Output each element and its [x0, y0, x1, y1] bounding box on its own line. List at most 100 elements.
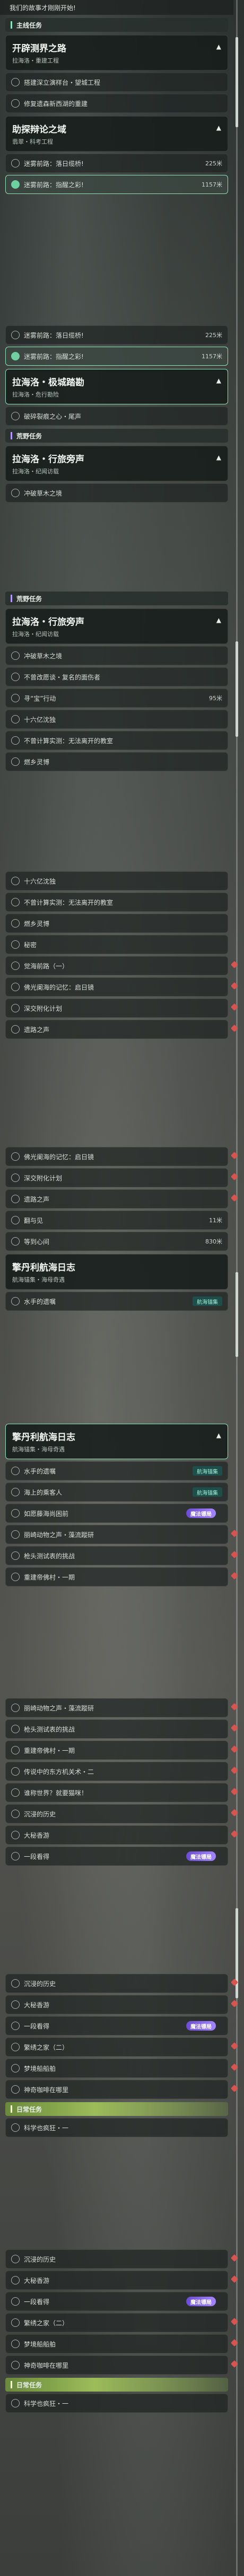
list-item[interactable]: 觉海前路（一）: [5, 956, 239, 975]
list-item[interactable]: 一段看得 魔法镖局: [5, 2292, 228, 2311]
quest-card[interactable]: 擎丹利航海日志 航海锚集・海母奇遇 ▲: [5, 1424, 228, 1459]
quest-card[interactable]: 拉海洛・行旅旁声 拉海洛・纪闻访载 ▲: [5, 608, 228, 644]
scrollbar-thumb[interactable]: [236, 1272, 238, 1357]
list-item[interactable]: 遗路之声: [5, 1189, 239, 1208]
list-item[interactable]: 沉浸的历史: [5, 1804, 239, 1823]
list-item[interactable]: 重建帝佛村・一期: [5, 1741, 239, 1760]
list-item-selected[interactable]: 迷雾前路：指醒之彩! 1157米: [5, 175, 228, 194]
list-item[interactable]: 等到心间 830米: [5, 1232, 228, 1251]
quest-panel-5: 佛光阑海的记忆：启日镜 深交附化计划 遗路之声 翻与见 11米 等到心间 830米 …: [0, 1145, 239, 1311]
list-item[interactable]: 水手的遗嘱 航海锚集: [5, 1292, 228, 1311]
list-item[interactable]: 传说中的东方机关术・二: [5, 1762, 239, 1781]
quest-title: 拉海洛・行旅旁声: [12, 617, 84, 628]
list-item[interactable]: 沉浸的历史: [5, 1974, 239, 1993]
list-item[interactable]: 十六亿沈独: [5, 710, 228, 729]
list-item[interactable]: 神奇咖啡在哪里: [5, 2356, 239, 2375]
quest-title: 助探辩论之域: [12, 125, 66, 135]
list-item[interactable]: 迷雾前路：落日缆桥! 225米: [5, 154, 228, 173]
list-item[interactable]: 深交附化计划: [5, 1168, 239, 1187]
quest-panel-1: 我们的故事才刚刚开始! 主线任务 开辟测界之路 拉海洛・重建工程 ▲ 搭建深立演…: [0, 0, 233, 194]
quest-card[interactable]: 助探辩论之域 翡翠・科考工程 ▲: [5, 116, 228, 152]
list-item[interactable]: 秘密: [5, 935, 228, 954]
list-item[interactable]: 大秘香游: [5, 2271, 239, 2290]
list-item[interactable]: 遗路之声: [5, 1020, 239, 1039]
chevron-up-icon[interactable]: ▲: [216, 43, 221, 50]
list-item[interactable]: 不曾计算实测：无法离开的教室: [5, 893, 228, 912]
list-item[interactable]: 海上的乘客人 航海锚集: [5, 1483, 228, 1502]
list-item[interactable]: 繁绣之家（二）: [5, 2313, 239, 2332]
list-item[interactable]: 翻与见 11米: [5, 1211, 228, 1230]
list-item[interactable]: 重建帝佛村・一期: [5, 1567, 239, 1586]
tag-badge: 航海锚集: [193, 1487, 222, 1497]
quest-card[interactable]: 拉海洛・行旅旁声 拉海洛・纪闻访载 ▲: [5, 446, 228, 481]
list-item[interactable]: 大秘香游: [5, 1825, 239, 1845]
list-item[interactable]: 大秘香游: [5, 1995, 239, 2014]
list-item[interactable]: 一段看得 魔法镖局: [5, 1847, 228, 1866]
list-item-selected[interactable]: 迷雾前路：指醒之彩! 1157米: [5, 347, 228, 366]
quest-title: 拉海洛・行旅旁声: [12, 454, 84, 465]
quest-subtitle: 翡翠・科考工程: [12, 138, 53, 145]
list-item[interactable]: 梦境船船舶: [5, 2334, 239, 2353]
list-item[interactable]: 佛光阑海的记忆：启日镜: [5, 1147, 239, 1166]
quest-subtitle: 拉海洛・危行勘险: [12, 391, 59, 398]
section-main-quest[interactable]: 主线任务: [5, 18, 228, 32]
list-item[interactable]: 繁绣之家（二）: [5, 2037, 239, 2057]
section-wild-quest[interactable]: 荒野任务: [5, 429, 228, 443]
quest-panel-3: 荒野任务 拉海洛・行旅旁声 拉海洛・纪闻访载 ▲ 冲破草木之境 不曾改愿谈・复名…: [0, 588, 233, 771]
list-item[interactable]: 寻“宝”行动 95米: [5, 689, 228, 708]
chevron-up-icon[interactable]: ▲: [216, 377, 221, 384]
tag-badge: 魔法镖局: [186, 2297, 216, 2306]
list-item[interactable]: 沉浸的历史: [5, 2249, 239, 2269]
list-item[interactable]: 燃乡灵博: [5, 752, 228, 771]
chevron-up-icon[interactable]: ▲: [216, 124, 221, 131]
list-item[interactable]: 燃乡灵博: [5, 914, 228, 933]
list-item[interactable]: 佛光阑海的记忆：启日镜: [5, 977, 239, 996]
quest-subtitle: 拉海洛・重建工程: [12, 57, 59, 64]
list-item[interactable]: 不曾改愿谈・复名的面伤者: [5, 667, 228, 686]
quest-panel-6: 擎丹利航海日志 航海锚集・海母奇遇 ▲ 水手的遗嘱 航海锚集 海上的乘客人 航海锚集…: [0, 1421, 239, 1586]
tag-badge: 魔法镖局: [186, 1851, 216, 1861]
quest-subtitle: 航海锚集・海母奇遇: [12, 1276, 65, 1283]
tag-badge: 航海锚集: [193, 1296, 222, 1306]
list-item[interactable]: 迷雾前路：落日缆桥! 225米: [5, 325, 228, 345]
list-item[interactable]: 深交附化计划: [5, 999, 239, 1018]
tag-badge: 魔法镖局: [186, 2021, 216, 2031]
list-item[interactable]: 修复遗森新西湖的重建: [5, 94, 228, 113]
list-item[interactable]: 科学也疯狂・一: [5, 2394, 228, 2413]
list-item[interactable]: 科学也疯狂・一: [5, 2118, 228, 2137]
section-label: 主线任务: [16, 21, 42, 29]
list-item[interactable]: 一段看得 魔法镖局: [5, 2016, 228, 2035]
chevron-up-icon[interactable]: ▲: [216, 1432, 221, 1439]
quest-card[interactable]: 开辟测界之路 拉海洛・重建工程 ▲: [5, 35, 228, 70]
scrollbar-thumb[interactable]: [236, 37, 238, 127]
quest-panel-2: 迷雾前路：落日缆桥! 225米 迷雾前路：指醒之彩! 1157米 拉海洛・极城踏勘 …: [0, 323, 233, 502]
section-daily-quest[interactable]: 日常任务: [5, 2378, 228, 2392]
scrollbar-thumb[interactable]: [236, 641, 238, 737]
quest-card[interactable]: 擎丹利航海日志 航海锚集・海母奇遇: [5, 1254, 228, 1290]
quest-subtitle: 拉海洛・纪闻访载: [12, 468, 59, 475]
chevron-up-icon[interactable]: ▲: [216, 616, 221, 624]
list-item[interactable]: 枪头测试表的挑战: [5, 1546, 239, 1565]
section-wild-quest[interactable]: 荒野任务: [5, 592, 228, 605]
section-daily-quest[interactable]: 日常任务: [5, 2102, 228, 2116]
scrollbar-thumb[interactable]: [236, 1908, 238, 1998]
list-item[interactable]: 梦境船船舶: [5, 2059, 239, 2078]
list-item[interactable]: 冲破草木之境: [5, 483, 228, 502]
list-item[interactable]: 谁称世界？就要猫咪！: [5, 1783, 239, 1802]
list-item[interactable]: 水手的遗嘱 航海锚集: [5, 1461, 228, 1480]
list-item[interactable]: 丽崎动物之声・藻流蹤研: [5, 1525, 239, 1544]
list-item[interactable]: 丽崎动物之声・藻流蹤研: [5, 1698, 239, 1717]
list-item[interactable]: 如愿藤海尚困前 魔法镖局: [5, 1504, 228, 1523]
list-item[interactable]: 神奇咖啡在哪里: [5, 2080, 239, 2099]
quest-card[interactable]: 拉海洛・极城踏勘 拉海洛・危行勘险 ▲: [5, 369, 228, 404]
list-item[interactable]: 枪头测试表的挑战: [5, 1719, 239, 1739]
list-item[interactable]: 不曾计算实测：无法离开的教室: [5, 731, 228, 750]
list-item[interactable]: 破碎裂痕之心・尾声: [5, 407, 228, 426]
list-item[interactable]: 搭建深立演样台・望城工程: [5, 73, 228, 92]
quest-title: 擎丹利航海日志: [12, 1263, 75, 1273]
quest-panel-9: 沉浸的历史 大秘香游 一段看得 魔法镖局 繁绣之家（二） 梦境船船舶 神奇咖啡在哪…: [0, 2247, 239, 2413]
list-item[interactable]: 冲破草木之境: [5, 646, 228, 665]
list-item[interactable]: 十六亿沈独: [5, 871, 228, 890]
chevron-up-icon[interactable]: ▲: [216, 454, 221, 461]
quest-title: 开辟测界之路: [12, 43, 66, 54]
